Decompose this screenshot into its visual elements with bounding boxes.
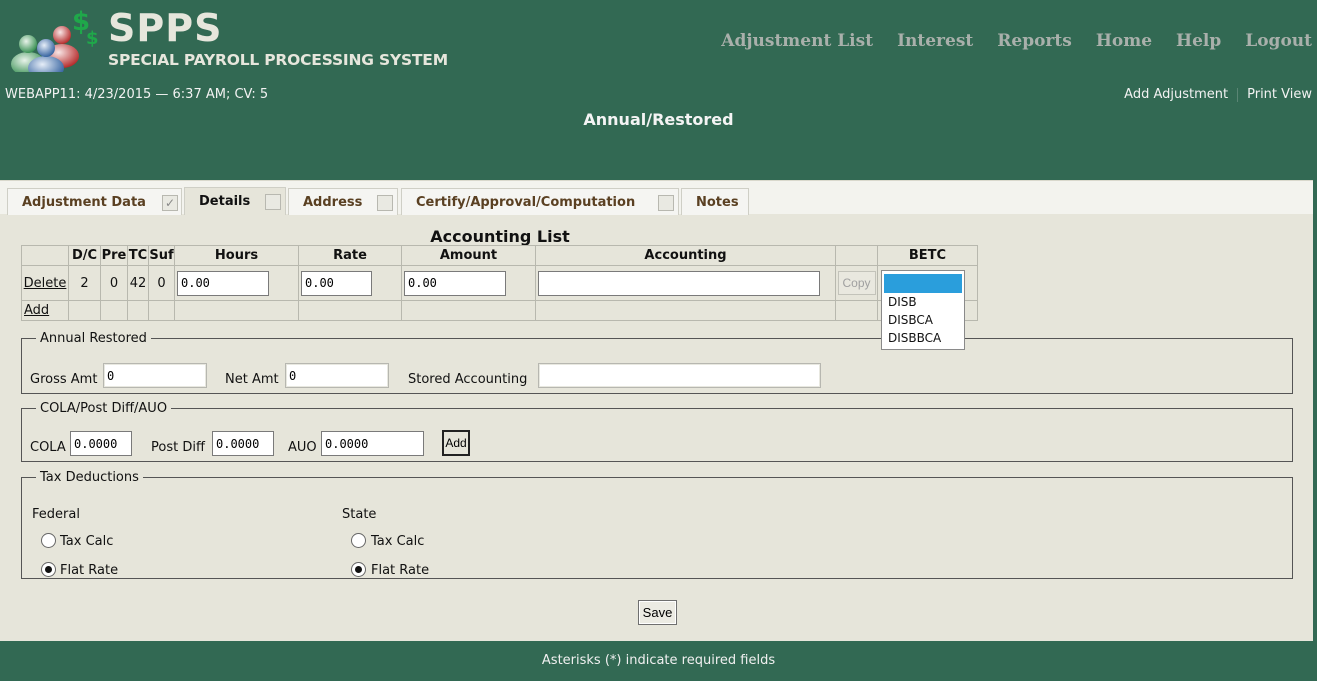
table-row: Delete 2 0 42 0 Copy [21, 265, 978, 301]
accounting-list-title: Accounting List [430, 227, 570, 246]
tab-label: Adjustment Data [22, 194, 146, 210]
divider [1237, 87, 1239, 102]
table-add-row: Add [21, 300, 978, 321]
server-status-line: WEBAPP11: 4/23/2015 — 6:37 AM; CV: 5 [5, 87, 269, 102]
column-header: D/C [68, 245, 101, 266]
betc-option-disbca[interactable]: DISBCA [882, 311, 964, 329]
betc-option-disbbca[interactable]: DISBBCA [882, 329, 964, 347]
svg-text:$: $ [86, 28, 99, 49]
add-cola-button[interactable]: Add [442, 430, 470, 456]
state-flat-rate-radio[interactable] [351, 562, 366, 577]
column-header: Rate [298, 245, 402, 266]
spps-logo-icon: $ $ [11, 8, 99, 72]
column-header: TC [127, 245, 149, 266]
tab-address[interactable]: Address [288, 188, 398, 215]
tax-deductions-group: Tax Deductions Federal State Tax Calc Fl… [21, 470, 1293, 579]
header: $ $ SPPS SPECIAL PAYROLL PROCESSING SYST… [0, 0, 1317, 180]
main-content: Adjustment Data ✓ Details Address Certif… [0, 180, 1313, 641]
sub-navigation: Add Adjustment Print View [1124, 87, 1312, 102]
nav-interest[interactable]: Interest [897, 31, 973, 51]
tab-strip: Adjustment Data ✓ Details Address Certif… [0, 181, 1313, 215]
state-flat-rate-label: Flat Rate [371, 563, 430, 578]
top-navigation: Adjustment List Interest Reports Home He… [697, 31, 1312, 51]
tc-value: 42 [127, 265, 149, 301]
app-subtitle: SPECIAL PAYROLL PROCESSING SYSTEM [108, 51, 448, 69]
state-label: State [342, 507, 377, 522]
betc-dropdown-list[interactable]: DISB DISBCA DISBBCA [881, 270, 965, 350]
net-amt-input[interactable] [285, 363, 389, 388]
nav-reports[interactable]: Reports [997, 31, 1072, 51]
add-row-link[interactable]: Add [24, 303, 49, 318]
table-header-row: D/C Pre TC Suf Hours Rate Amount Account… [21, 245, 978, 266]
federal-label: Federal [32, 507, 80, 522]
add-adjustment-link[interactable]: Add Adjustment [1124, 87, 1228, 102]
column-header: BETC [877, 245, 978, 266]
dc-value: 2 [68, 265, 101, 301]
column-header: Amount [401, 245, 536, 266]
checkmark-icon: ✓ [162, 195, 178, 211]
column-header: Accounting [535, 245, 836, 266]
auo-label: AUO [288, 440, 317, 455]
post-diff-input[interactable] [212, 431, 274, 456]
federal-tax-calc-label: Tax Calc [60, 534, 114, 549]
nav-logout[interactable]: Logout [1245, 31, 1312, 51]
hours-input[interactable] [177, 270, 269, 296]
rate-input[interactable] [301, 270, 372, 296]
tab-adjustment-data[interactable]: Adjustment Data ✓ [7, 188, 182, 215]
checkbox-icon [265, 194, 281, 210]
column-header [21, 245, 69, 266]
annual-restored-group: Annual Restored Gross Amt Net Amt Stored… [21, 331, 1293, 394]
stored-accounting-label: Stored Accounting [408, 372, 528, 387]
tab-details[interactable]: Details [184, 187, 286, 215]
copy-button[interactable]: Copy [837, 271, 876, 295]
tab-label: Notes [696, 194, 739, 210]
tab-certify-approval-computation[interactable]: Certify/Approval/Computation [401, 188, 679, 215]
footer-note: Asterisks (*) indicate required fields [0, 641, 1317, 674]
nav-adjustment-list[interactable]: Adjustment List [721, 31, 873, 51]
tab-label: Certify/Approval/Computation [416, 194, 636, 210]
column-header: Hours [174, 245, 299, 266]
column-header [835, 245, 878, 266]
group-legend: Tax Deductions [40, 470, 139, 485]
gross-amt-input[interactable] [103, 363, 207, 388]
betc-option-disb[interactable]: DISB [882, 293, 964, 311]
accounting-table: D/C Pre TC Suf Hours Rate Amount Account… [21, 245, 978, 321]
checkbox-icon [377, 195, 393, 211]
checkbox-icon [658, 195, 674, 211]
group-legend: Annual Restored [40, 331, 147, 346]
page-border [1313, 180, 1317, 641]
print-view-link[interactable]: Print View [1247, 87, 1312, 102]
save-button[interactable]: Save [638, 600, 677, 625]
tab-label: Address [303, 194, 363, 210]
accounting-input[interactable] [538, 270, 820, 296]
tab-notes[interactable]: Notes [681, 188, 749, 215]
suf-value: 0 [148, 265, 175, 301]
app-name: SPPS [108, 6, 223, 50]
nav-home[interactable]: Home [1096, 31, 1152, 51]
cola-input[interactable] [70, 431, 132, 456]
tab-label: Details [199, 194, 251, 209]
state-tax-calc-label: Tax Calc [371, 534, 425, 549]
page-title: Annual/Restored [583, 110, 734, 129]
nav-help[interactable]: Help [1176, 31, 1221, 51]
net-amt-label: Net Amt [225, 372, 279, 387]
auo-input[interactable] [321, 431, 424, 456]
delete-row-link[interactable]: Delete [24, 276, 67, 291]
federal-tax-calc-radio[interactable] [41, 533, 56, 548]
column-header: Suf [148, 245, 175, 266]
betc-option-blank[interactable] [884, 274, 962, 293]
post-diff-label: Post Diff [151, 440, 205, 455]
column-header: Pre [100, 245, 128, 266]
gross-amt-label: Gross Amt [30, 372, 98, 387]
stored-accounting-input[interactable] [538, 363, 821, 388]
state-tax-calc-radio[interactable] [351, 533, 366, 548]
cola-label: COLA [30, 440, 66, 455]
cola-postdiff-auo-group: COLA/Post Diff/AUO COLA Post Diff AUO Ad… [21, 401, 1293, 462]
group-legend: COLA/Post Diff/AUO [40, 401, 168, 416]
pre-value: 0 [100, 265, 128, 301]
amount-input[interactable] [404, 270, 506, 296]
federal-flat-rate-label: Flat Rate [60, 563, 119, 578]
federal-flat-rate-radio[interactable] [41, 562, 56, 577]
